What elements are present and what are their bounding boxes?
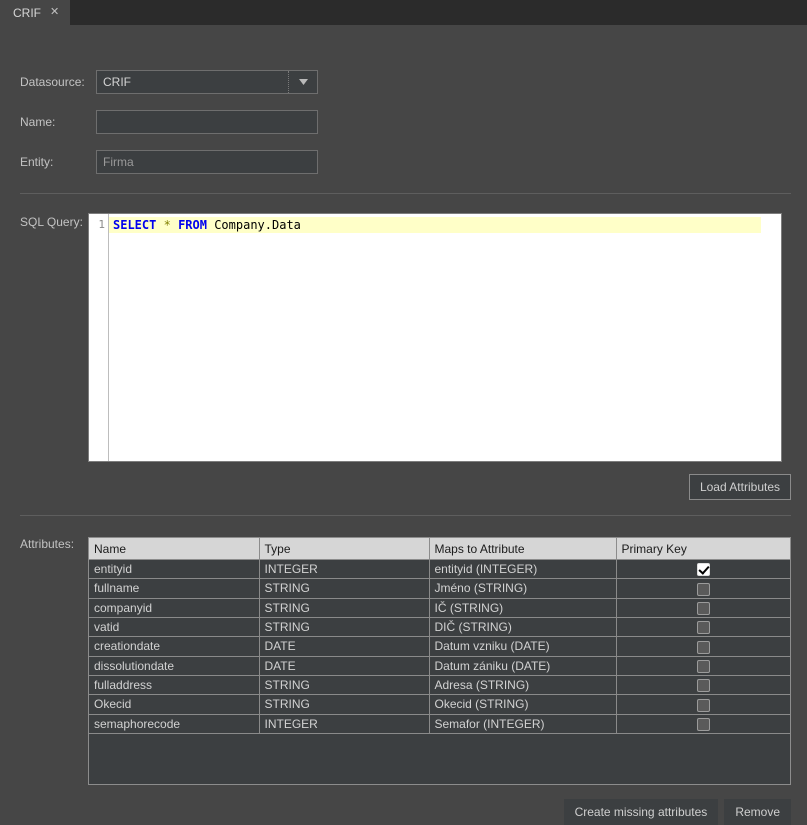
line-number: 1 [98, 218, 105, 231]
editor-content: Datasource: CRIF Name: Entity: Firma SQL… [0, 25, 807, 819]
table-header-row: Name Type Maps to Attribute Primary Key [89, 538, 790, 560]
column-header-name[interactable]: Name [89, 538, 259, 560]
primary-key-checkbox[interactable] [697, 621, 710, 634]
tab-bar: CRIF ✕ [0, 0, 807, 25]
entity-row: Entity: Firma [20, 150, 318, 174]
cell-name: companyid [89, 598, 259, 617]
cell-type: STRING [259, 617, 429, 636]
cell-primary-key [616, 598, 790, 617]
tab-bar-empty-space [71, 0, 807, 25]
editor-gutter: 1 [89, 214, 109, 461]
cell-maps-to-attribute: Datum vzniku (DATE) [429, 637, 616, 656]
table-row[interactable]: dissolutiondateDATEDatum zániku (DATE) [89, 656, 790, 675]
cell-name: dissolutiondate [89, 656, 259, 675]
cell-primary-key [616, 714, 790, 733]
column-header-type[interactable]: Type [259, 538, 429, 560]
primary-key-checkbox[interactable] [697, 602, 710, 615]
datasource-value: CRIF [97, 71, 288, 93]
cell-name: entityid [89, 560, 259, 579]
cell-name: fullname [89, 579, 259, 598]
cell-primary-key [616, 675, 790, 694]
cell-type: DATE [259, 656, 429, 675]
close-icon[interactable]: ✕ [49, 7, 60, 18]
cell-name: Okecid [89, 695, 259, 714]
table-row[interactable]: creationdateDATEDatum vzniku (DATE) [89, 637, 790, 656]
table-row[interactable]: semaphorecodeINTEGERSemafor (INTEGER) [89, 714, 790, 733]
tab-label: CRIF [13, 6, 41, 20]
cell-type: DATE [259, 637, 429, 656]
attributes-table: Name Type Maps to Attribute Primary Key … [89, 538, 790, 734]
table-row[interactable]: OkecidSTRINGOkecid (STRING) [89, 695, 790, 714]
cell-primary-key [616, 656, 790, 675]
cell-type: STRING [259, 675, 429, 694]
column-header-maps-to[interactable]: Maps to Attribute [429, 538, 616, 560]
cell-primary-key [616, 579, 790, 598]
attributes-table-container[interactable]: Name Type Maps to Attribute Primary Key … [88, 537, 791, 785]
cell-maps-to-attribute: entityid (INTEGER) [429, 560, 616, 579]
sql-keyword-from: FROM [178, 218, 207, 232]
sql-table-identifier: Company.Data [214, 218, 301, 232]
cell-type: STRING [259, 579, 429, 598]
sql-query-label: SQL Query: [20, 215, 83, 229]
primary-key-checkbox[interactable] [697, 679, 710, 692]
cell-primary-key [616, 637, 790, 656]
table-row[interactable]: fulladdressSTRINGAdresa (STRING) [89, 675, 790, 694]
name-input[interactable] [96, 110, 318, 134]
name-row: Name: [20, 110, 318, 134]
attributes-action-buttons: Create missing attributes Remove [564, 799, 791, 825]
primary-key-checkbox[interactable] [697, 641, 710, 654]
name-label: Name: [20, 115, 96, 129]
primary-key-checkbox[interactable] [697, 718, 710, 731]
cell-name: fulladdress [89, 675, 259, 694]
sql-keyword-select: SELECT [113, 218, 156, 232]
table-row[interactable]: companyidSTRINGIČ (STRING) [89, 598, 790, 617]
cell-name: semaphorecode [89, 714, 259, 733]
cell-type: STRING [259, 598, 429, 617]
sql-space-2 [171, 218, 178, 232]
entity-input[interactable]: Firma [96, 150, 318, 174]
chevron-down-icon[interactable] [288, 71, 317, 93]
divider-sql [20, 193, 791, 194]
cell-primary-key [616, 695, 790, 714]
cell-maps-to-attribute: IČ (STRING) [429, 598, 616, 617]
sql-space-1 [156, 218, 163, 232]
cell-name: creationdate [89, 637, 259, 656]
divider-attributes [20, 515, 791, 516]
cell-maps-to-attribute: Adresa (STRING) [429, 675, 616, 694]
primary-key-checkbox[interactable] [697, 699, 710, 712]
table-row[interactable]: entityidINTEGERentityid (INTEGER) [89, 560, 790, 579]
cell-type: INTEGER [259, 560, 429, 579]
load-attributes-button[interactable]: Load Attributes [689, 474, 791, 500]
primary-key-checkbox[interactable] [697, 660, 710, 673]
datasource-label: Datasource: [20, 75, 96, 89]
table-row[interactable]: fullnameSTRINGJméno (STRING) [89, 579, 790, 598]
cell-primary-key [616, 617, 790, 636]
entity-label: Entity: [20, 155, 96, 169]
editor-code-area[interactable]: SELECT * FROM Company.Data [109, 214, 781, 461]
cell-type: STRING [259, 695, 429, 714]
create-missing-attributes-button[interactable]: Create missing attributes [564, 799, 719, 825]
table-row[interactable]: vatidSTRINGDIČ (STRING) [89, 617, 790, 636]
sql-star-operator: * [164, 218, 171, 232]
remove-button[interactable]: Remove [724, 799, 791, 825]
datasource-row: Datasource: CRIF [20, 70, 318, 94]
cell-maps-to-attribute: Datum zániku (DATE) [429, 656, 616, 675]
cell-maps-to-attribute: Semafor (INTEGER) [429, 714, 616, 733]
cell-maps-to-attribute: Okecid (STRING) [429, 695, 616, 714]
attributes-label: Attributes: [20, 537, 74, 551]
column-header-primary-key[interactable]: Primary Key [616, 538, 790, 560]
datasource-combobox[interactable]: CRIF [96, 70, 318, 94]
cell-maps-to-attribute: Jméno (STRING) [429, 579, 616, 598]
sql-query-editor[interactable]: 1 SELECT * FROM Company.Data [88, 213, 782, 462]
cell-maps-to-attribute: DIČ (STRING) [429, 617, 616, 636]
sql-code-line: SELECT * FROM Company.Data [109, 217, 761, 233]
cell-primary-key [616, 560, 790, 579]
tab-crif[interactable]: CRIF ✕ [0, 0, 71, 25]
primary-key-checkbox[interactable] [697, 563, 710, 576]
cell-name: vatid [89, 617, 259, 636]
cell-type: INTEGER [259, 714, 429, 733]
primary-key-checkbox[interactable] [697, 583, 710, 596]
attributes-table-body: entityidINTEGERentityid (INTEGER)fullnam… [89, 560, 790, 734]
